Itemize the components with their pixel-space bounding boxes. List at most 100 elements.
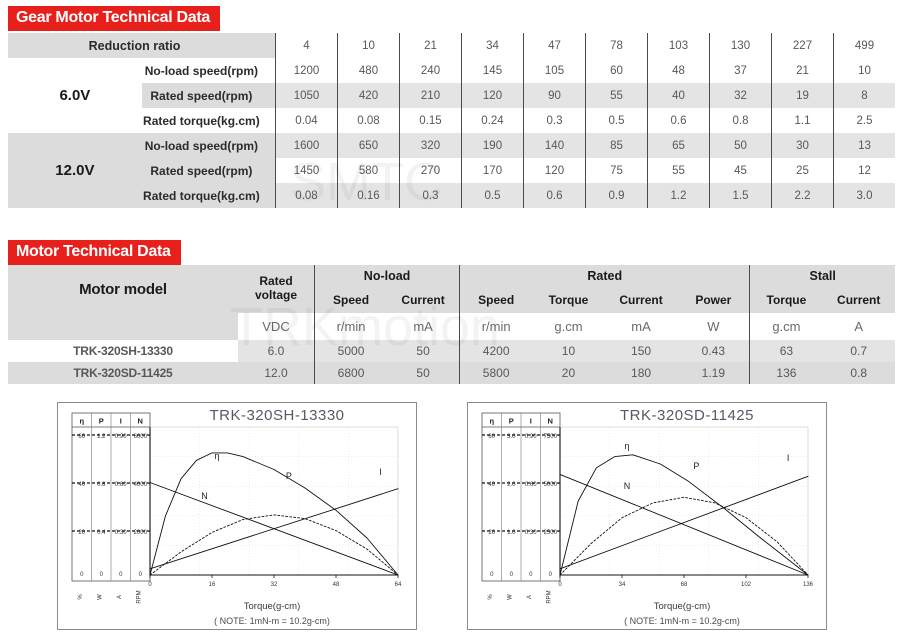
gear-data-cell: 140 [523, 133, 586, 158]
chart-note: ( NOTE: 1mN-m = 10.2g-cm) [214, 616, 330, 626]
voltage-group-label: 12.0V [8, 133, 142, 208]
motor-data-cell: 50 [387, 340, 460, 362]
motor-unit-cell: r/min [459, 313, 533, 340]
svg-text:I: I [379, 467, 382, 477]
gear-data-cell: 1.1 [771, 108, 834, 133]
motor-data-cell: 0.43 [677, 340, 750, 362]
motor-unit-cell: r/min [314, 313, 388, 340]
svg-text:0.30: 0.30 [525, 530, 537, 536]
svg-text:A: A [527, 595, 533, 599]
svg-text:%: % [78, 594, 84, 600]
chart-plot-area: η P I N60 3.0 0.90 750040 2.0 0.60 500020 1.0 0.30 2… [481, 412, 814, 604]
gear-row-label: No-load speed(rpm) [144, 63, 259, 78]
gear-data-cell: 0.5 [461, 183, 524, 208]
gear-section-banner: Gear Motor Technical Data [8, 6, 221, 31]
gear-data-cell: 1.2 [647, 183, 710, 208]
svg-text:I: I [120, 417, 122, 426]
gear-data-cell: 50 [709, 133, 772, 158]
svg-text:N: N [138, 417, 143, 426]
motor-units-row: VDC r/min mA r/min g.cm mA Wg.cm A [8, 313, 895, 340]
gear-data-cell: 480 [337, 58, 400, 83]
svg-text:0.90: 0.90 [115, 434, 127, 440]
gear-row-label: Rated torque(kg.cm) [141, 183, 276, 208]
gear-data-cell: 48 [647, 58, 710, 83]
gear-section-title: Gear Motor Technical Data [8, 6, 221, 31]
svg-text:2500: 2500 [544, 530, 558, 536]
gear-data-cell: 120 [523, 158, 586, 183]
gear-data-cell: 45 [709, 158, 772, 183]
gear-data-cell: 85 [585, 133, 648, 158]
svg-text:%: % [488, 594, 494, 600]
gear-data-cell: 120 [461, 83, 524, 108]
performance-chart-left: TRK-320SH-13330 η P I N 60 1.2 0.90 6000 40 0.8 0.6… [57, 402, 417, 630]
gear-data-cell: 60 [585, 58, 648, 83]
motor-voltage-value: 12.0 [238, 362, 315, 384]
motor-unit-cell: mA [387, 313, 460, 340]
svg-text:68: 68 [681, 582, 688, 588]
svg-text:102: 102 [741, 582, 752, 588]
gear-data-cell: 1.5 [709, 183, 772, 208]
svg-text:P: P [99, 417, 104, 426]
gear-data-cell: 0.6 [523, 183, 586, 208]
svg-text:0: 0 [558, 582, 562, 588]
gear-data-cell: 8 [833, 83, 895, 108]
svg-text:2000: 2000 [134, 530, 148, 536]
rated-voltage-header: Rated voltage [238, 265, 315, 313]
motor-data-cell: 0.8 [822, 362, 895, 384]
motor-group-header: No-load [313, 265, 460, 287]
gear-data-cell: 1450 [275, 158, 338, 183]
gear-data-cell: 420 [337, 83, 400, 108]
motor-group-header: Rated [459, 265, 750, 287]
gear-data-row: Rated torque(kg.cm) 0.04 0.08 0.15 0.24 0.3 0.… [8, 108, 895, 133]
svg-text:136: 136 [803, 582, 814, 588]
svg-text:I: I [787, 453, 790, 463]
svg-text:34: 34 [619, 582, 626, 588]
svg-text:η: η [624, 441, 629, 451]
svg-text:0.30: 0.30 [115, 530, 127, 536]
reduction-ratio-value: 10 [337, 33, 400, 58]
gear-data-cell: 145 [461, 58, 524, 83]
svg-text:η: η [214, 451, 219, 461]
gear-data-cell: 55 [647, 158, 710, 183]
gear-data-cell: 0.6 [647, 108, 710, 133]
reduction-ratio-value: 130 [709, 33, 772, 58]
chart-x-axis-label: Torque(g-cm) [243, 601, 301, 612]
reduction-ratio-value: 78 [585, 33, 648, 58]
reduction-ratio-value: 47 [523, 33, 586, 58]
motor-data-row: TRK-320SD-11425 12.0 6800 50 5800 20 180 1.19 13… [8, 362, 895, 384]
gear-data-cell: 25 [771, 158, 834, 183]
svg-text:48: 48 [333, 582, 340, 588]
gear-data-cell: 0.8 [709, 108, 772, 133]
svg-text:N: N [201, 491, 208, 501]
voltage-unit: VDC [238, 313, 315, 340]
gear-data-cell: 580 [337, 158, 400, 183]
svg-text:0.60: 0.60 [525, 482, 537, 488]
svg-text:A: A [117, 595, 123, 599]
motor-data-cell: 0.7 [822, 340, 895, 362]
svg-text:N: N [624, 481, 631, 491]
motor-data-cell: 136 [749, 362, 823, 384]
svg-text:N: N [548, 417, 553, 426]
motor-data-row: TRK-320SH-13330 6.0 5000 50 4200 10 150 0.43 63 0… [8, 340, 895, 362]
motor-data-cell: 10 [532, 340, 605, 362]
motor-unit-cell: g.cm [532, 313, 605, 340]
gear-data-cell: 0.24 [461, 108, 524, 133]
svg-text:0.90: 0.90 [525, 434, 537, 440]
gear-data-cell: 2.5 [833, 108, 895, 133]
svg-text:6000: 6000 [134, 434, 148, 440]
gear-data-cell: 650 [337, 133, 400, 158]
motor-group-header-row: Motor model Rated voltage No-load Rated Stall [8, 265, 895, 313]
motor-sub-header: Current [822, 287, 895, 313]
motor-sub-header: Torque [749, 287, 823, 313]
svg-text:P: P [693, 461, 699, 471]
reduction-ratio-value: 21 [399, 33, 462, 58]
svg-text:W: W [507, 594, 513, 600]
svg-text:4000: 4000 [134, 482, 148, 488]
motor-data-cell: 5000 [314, 340, 388, 362]
gear-data-cell: 37 [709, 58, 772, 83]
motor-data-cell: 150 [604, 340, 678, 362]
units-blank [8, 313, 238, 340]
gear-data-row: Rated speed(rpm) 1450 580 270 170 120 75 55 45 25… [8, 158, 895, 183]
svg-text:0: 0 [148, 582, 152, 588]
reduction-ratio-label: Reduction ratio [8, 33, 276, 58]
